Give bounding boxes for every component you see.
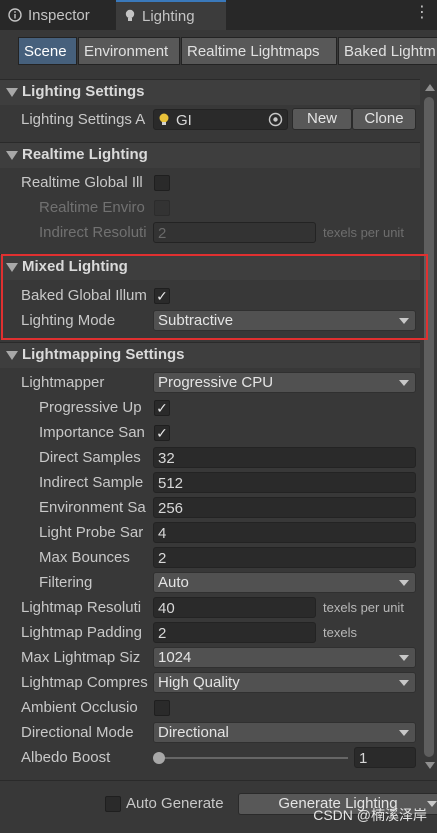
chevron-down-icon[interactable] — [427, 801, 437, 807]
asset-value: GI — [176, 112, 192, 129]
object-picker-icon[interactable] — [268, 112, 283, 127]
filtering-label: Filtering — [39, 574, 93, 591]
filtering-dropdown[interactable]: Auto — [153, 572, 416, 593]
albedo-boost-field[interactable]: 1 — [354, 747, 416, 768]
tab-lighting-label: Lighting — [142, 7, 195, 25]
direct-samples-field[interactable]: 32 — [153, 447, 416, 468]
progressive-updates-label: Progressive Up — [39, 399, 142, 416]
directional-mode-value: Directional — [158, 724, 229, 741]
light-probe-samples-field[interactable]: 4 — [153, 522, 416, 543]
directional-mode-dropdown[interactable]: Directional — [153, 722, 416, 743]
filtering-value: Auto — [158, 574, 189, 591]
direct-samples-label: Direct Samples — [39, 449, 141, 466]
new-button[interactable]: New — [292, 108, 352, 130]
tab-inspector[interactable]: Inspector — [0, 0, 115, 30]
max-bounces-field[interactable]: 2 — [153, 547, 416, 568]
scrollbar-thumb[interactable] — [424, 97, 434, 757]
chevron-down-icon — [399, 580, 409, 586]
subtab-environment[interactable]: Environment — [78, 37, 180, 65]
chevron-down-icon — [399, 680, 409, 686]
section-title: Realtime Lighting — [22, 146, 148, 163]
clone-button[interactable]: Clone — [352, 108, 416, 130]
ambient-occlusion-label: Ambient Occlusio — [21, 699, 138, 716]
max-bounces-label: Max Bounces — [39, 549, 130, 566]
importance-sampling-checkbox[interactable]: ✓ — [154, 425, 170, 441]
directional-mode-label: Directional Mode — [21, 724, 134, 741]
chevron-down-icon — [399, 730, 409, 736]
lightmapper-dropdown[interactable]: Progressive CPU — [153, 372, 416, 393]
auto-generate-label: Auto Generate — [126, 795, 224, 812]
auto-generate-checkbox[interactable] — [105, 796, 121, 812]
highlight-box — [1, 254, 428, 340]
light-probe-samples-label: Light Probe Sar — [39, 524, 144, 541]
max-lightmap-size-label: Max Lightmap Siz — [21, 649, 141, 666]
section-title: Lighting Settings — [22, 83, 145, 100]
tab-lighting[interactable]: Lighting — [116, 0, 226, 30]
lighting-settings-asset-label: Lighting Settings A — [21, 111, 146, 128]
albedo-boost-slider-track[interactable] — [158, 757, 348, 759]
foldout-arrow-icon[interactable] — [6, 88, 18, 97]
realtime-gi-label: Realtime Global Ill — [21, 174, 143, 191]
scroll-up-arrow-icon[interactable] — [425, 84, 435, 91]
realtime-env-label: Realtime Enviro — [39, 199, 145, 216]
watermark: CSDN @楠溪泽岸 — [313, 807, 427, 823]
lightmapper-label: Lightmapper — [21, 374, 105, 391]
ambient-occlusion-checkbox[interactable] — [154, 700, 170, 716]
progressive-updates-checkbox[interactable]: ✓ — [154, 400, 170, 416]
lightmap-compression-label: Lightmap Compres — [21, 674, 148, 691]
info-icon — [8, 8, 22, 22]
indirect-resolution-label: Indirect Resoluti — [39, 224, 147, 241]
section-title: Lightmapping Settings — [22, 346, 185, 363]
environment-samples-field[interactable]: 256 — [153, 497, 416, 518]
lightmap-resolution-label: Lightmap Resoluti — [21, 599, 142, 616]
indirect-samples-label: Indirect Sample — [39, 474, 144, 491]
max-lightmap-size-value: 1024 — [158, 649, 192, 666]
chevron-down-icon — [399, 380, 409, 386]
environment-samples-label: Environment Sa — [39, 499, 146, 516]
foldout-arrow-icon[interactable] — [6, 151, 18, 160]
albedo-boost-slider-thumb[interactable] — [153, 752, 165, 764]
realtime-gi-checkbox[interactable] — [154, 175, 170, 191]
realtime-env-checkbox[interactable] — [154, 200, 170, 216]
indirect-resolution-field[interactable]: 2 — [153, 222, 316, 243]
scroll-down-arrow-icon[interactable] — [425, 762, 435, 769]
lightmap-compression-dropdown[interactable]: High Quality — [153, 672, 416, 693]
importance-sampling-label: Importance San — [39, 424, 145, 441]
lighting-asset-icon — [159, 113, 169, 125]
lightmapper-value: Progressive CPU — [158, 374, 274, 391]
lightmap-compression-value: High Quality — [158, 674, 240, 691]
tab-inspector-label: Inspector — [28, 6, 90, 24]
lightmap-padding-label: Lightmap Padding — [21, 624, 142, 641]
max-lightmap-size-dropdown[interactable]: 1024 — [153, 647, 416, 668]
lightmap-resolution-field[interactable]: 40 — [153, 597, 316, 618]
lightbulb-icon — [125, 9, 135, 21]
indirect-resolution-unit: texels per unit — [323, 225, 404, 240]
subtab-baked-lightmaps[interactable]: Baked Lightm — [338, 37, 437, 65]
subtab-realtime-lightmaps[interactable]: Realtime Lightmaps — [181, 37, 337, 65]
indirect-samples-field[interactable]: 512 — [153, 472, 416, 493]
subtab-scene[interactable]: Scene — [18, 37, 77, 65]
lightmap-padding-field[interactable]: 2 — [153, 622, 316, 643]
albedo-boost-label: Albedo Boost — [21, 749, 111, 766]
lightmap-padding-unit: texels — [323, 625, 357, 640]
foldout-arrow-icon[interactable] — [6, 351, 18, 360]
chevron-down-icon — [399, 655, 409, 661]
more-options-icon[interactable]: ⋮ — [413, 4, 431, 24]
lightmap-resolution-unit: texels per unit — [323, 600, 404, 615]
